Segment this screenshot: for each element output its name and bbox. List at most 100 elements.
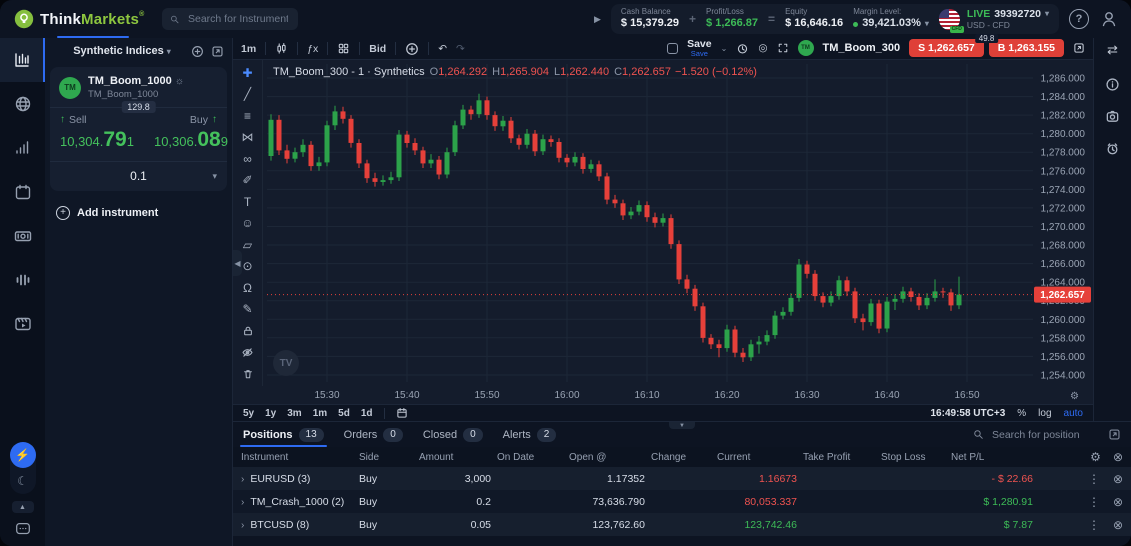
panel-collapse-handle[interactable]: ▼ [669, 422, 695, 429]
snapshot-button[interactable]: ◎ [758, 42, 767, 54]
watchlist-collapse-handle[interactable]: ◀ [233, 250, 242, 276]
sidebar-item-calendar[interactable] [0, 170, 45, 214]
percent-scale-button[interactable]: % [1017, 408, 1026, 419]
light-theme-button[interactable]: ⚡ [10, 442, 36, 468]
row-menu-icon[interactable]: ⋮ [1088, 495, 1100, 509]
sidebar-item-charts[interactable] [0, 38, 45, 82]
range-5y-button[interactable]: 5y [243, 408, 254, 419]
instrument-search[interactable] [162, 8, 298, 30]
chart-clock[interactable]: 16:49:58 UTC+3 [931, 408, 1006, 419]
text-tool-tool[interactable]: T [238, 194, 258, 209]
lock-tool[interactable] [238, 323, 258, 338]
table-settings-icon[interactable]: ⚙ [1090, 450, 1101, 464]
legend-title[interactable]: TM_Boom_300 - 1 · Synthetics [273, 66, 425, 78]
buy-order-button[interactable]: B 1,263.155 [989, 39, 1064, 57]
range-1m-button[interactable]: 1m [313, 408, 327, 419]
ruler-tool[interactable]: ▱ [238, 237, 258, 252]
close-position-icon[interactable]: ⊗ [1113, 518, 1123, 532]
indicators-button[interactable]: ƒx [307, 43, 318, 55]
open-window-icon[interactable] [1108, 428, 1121, 441]
compare-add-button[interactable] [405, 42, 419, 56]
position-row[interactable]: ›BTCUSD (8)Buy0.05123,762.60123,742.46$ … [233, 513, 1131, 536]
range-1d-button[interactable]: 1d [361, 408, 373, 419]
trend-line-tool[interactable]: ╱ [238, 87, 258, 102]
position-row[interactable]: ›TM_Crash_1000 (2)Buy0.273,636.79080,053… [233, 490, 1131, 513]
brush-tool[interactable]: ✐ [238, 173, 258, 188]
magnet-tool[interactable]: Ω [238, 280, 258, 295]
tab-count-badge: 0 [383, 428, 403, 442]
close-position-icon[interactable]: ⊗ [1113, 472, 1123, 486]
expand-chevron-icon[interactable]: › [241, 520, 244, 531]
column-header: Instrument [241, 452, 359, 463]
info-icon[interactable] [1105, 77, 1120, 92]
chevron-down-icon[interactable]: ⌄ [721, 44, 728, 53]
prediction-tool[interactable]: ∞ [238, 151, 258, 166]
candlestick-chart[interactable]: 1,286.0001,284.0001,282.0001,280.0001,27… [233, 60, 1093, 404]
chart-type-button[interactable] [275, 42, 288, 55]
trash-tool[interactable] [238, 366, 258, 381]
sidebar-item-cash[interactable] [0, 214, 45, 258]
fullscreen-button[interactable] [777, 42, 789, 54]
expand-chevron-icon[interactable]: › [241, 474, 244, 485]
swap-panels-icon[interactable]: ⇄ [1107, 42, 1118, 60]
fib-retracement-tool[interactable]: ≡ [238, 108, 258, 123]
open-window-icon[interactable] [1073, 42, 1085, 54]
save-layout-button[interactable]: Save Save [687, 39, 712, 58]
alarm-icon[interactable] [1105, 141, 1120, 156]
checkbox-icon[interactable] [667, 43, 678, 54]
sidebar-item-videos[interactable] [0, 302, 45, 346]
add-circle-icon[interactable] [191, 45, 204, 58]
quantity-selector[interactable]: 0.1 ▾ [50, 161, 227, 191]
account-selector[interactable]: CFD LIVE39392720▾ USD - CFD [939, 8, 1049, 31]
sidebar-item-signals[interactable] [0, 126, 45, 170]
xabcd-pattern-tool[interactable]: ⋈ [238, 130, 258, 145]
log-scale-button[interactable]: log [1038, 408, 1051, 419]
undo-button[interactable]: ↶ [438, 43, 447, 55]
layout-grid-button[interactable] [337, 42, 350, 55]
emoji-tool[interactable]: ☺ [238, 216, 258, 231]
tab-closed[interactable]: Closed0 [423, 422, 483, 447]
position-search-input[interactable] [990, 428, 1100, 442]
timeframe-button[interactable]: 1m [241, 43, 256, 55]
tab-orders[interactable]: Orders0 [344, 422, 403, 447]
bid-ask-toggle[interactable]: Bid [369, 43, 386, 55]
expand-account-button[interactable]: ▶ [594, 14, 601, 25]
redo-button[interactable]: ↷ [456, 43, 465, 55]
draw-pencil-tool[interactable]: ✎ [238, 302, 258, 317]
sell-price-button[interactable]: 10,304.791 [50, 128, 144, 161]
auto-scale-button[interactable]: auto [1064, 408, 1083, 419]
chart-area[interactable]: ✚╱≡⋈∞✐T☺▱⊙Ω✎ ◀ TM_Boom_300 - 1 · Synthet… [233, 60, 1093, 404]
dark-theme-button[interactable]: ☾ [10, 468, 36, 494]
open-window-icon[interactable] [211, 45, 224, 58]
close-all-icon[interactable]: ⊗ [1113, 450, 1123, 464]
tab-alerts[interactable]: Alerts2 [503, 422, 557, 447]
go-to-date-icon[interactable] [396, 407, 408, 419]
tab-positions[interactable]: Positions13 [243, 422, 324, 447]
alert-clock-button[interactable] [736, 42, 749, 55]
range-1y-button[interactable]: 1y [265, 408, 276, 419]
add-instrument-button[interactable]: + Add instrument [45, 197, 232, 229]
range-3m-button[interactable]: 3m [287, 408, 301, 419]
profile-icon[interactable] [1099, 9, 1119, 29]
axis-settings-icon[interactable]: ⚙ [1070, 391, 1079, 402]
chat-icon[interactable] [14, 520, 32, 538]
close-position-icon[interactable]: ⊗ [1113, 495, 1123, 509]
buy-price-button[interactable]: 10,306.089 [144, 128, 238, 161]
snapshot-icon[interactable] [1105, 109, 1120, 124]
watchlist-group-selector[interactable]: Synthetic Indices ▾ [53, 45, 191, 57]
row-menu-icon[interactable]: ⋮ [1088, 518, 1100, 532]
row-menu-icon[interactable]: ⋮ [1088, 472, 1100, 486]
range-5d-button[interactable]: 5d [338, 408, 350, 419]
sidebar-item-discover[interactable] [0, 82, 45, 126]
collapse-up-button[interactable]: ▲ [12, 501, 34, 513]
sell-order-button[interactable]: S 1,262.657 [909, 39, 984, 57]
search-input[interactable] [186, 12, 290, 26]
hide-tool[interactable] [238, 345, 258, 360]
position-search[interactable] [973, 428, 1100, 442]
expand-chevron-icon[interactable]: › [241, 497, 244, 508]
position-row[interactable]: ›EURUSD (3)Buy3,0001.173521.16673- $ 22.… [233, 467, 1131, 490]
margin-level[interactable]: Margin Level: 39,421.03%▾ [853, 7, 929, 31]
help-button[interactable]: ? [1069, 9, 1089, 29]
crosshair-tool[interactable]: ✚ [238, 65, 258, 80]
sidebar-item-instruments[interactable] [0, 258, 45, 302]
